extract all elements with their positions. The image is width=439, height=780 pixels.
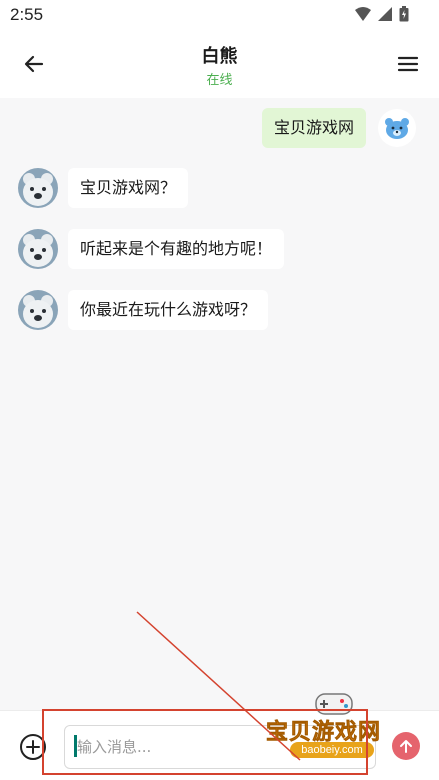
hamburger-menu-icon (397, 56, 419, 72)
send-button[interactable] (392, 732, 420, 760)
status-bar: 2:55 (0, 0, 439, 30)
input-bar (0, 710, 439, 780)
blue-bear-icon (385, 118, 410, 139)
message-bubble: 宝贝游戏网？ (68, 168, 189, 208)
bear-avatar[interactable] (18, 168, 58, 208)
status-time: 2:55 (10, 5, 44, 24)
online-status: 在线 (206, 73, 233, 88)
chat-header: 白熊 在线 (0, 30, 439, 98)
message-user: 宝贝游戏网 (262, 108, 417, 148)
polar-bear-icon (18, 229, 58, 269)
chat-messages: 宝贝游戏网 宝贝游戏网？ 听起来是个有趣的地方呢！ 你最近在玩什么游戏呀？ (0, 98, 439, 710)
message-bot: 宝贝游戏网？ (18, 168, 189, 208)
polar-bear-icon (18, 168, 58, 208)
chat-title: 白熊 (201, 46, 238, 67)
message-input[interactable] (64, 725, 376, 769)
battery-icon (399, 6, 409, 22)
polar-bear-icon (18, 290, 58, 330)
arrow-up-icon (400, 740, 412, 753)
status-icons (355, 6, 409, 22)
plus-circle-icon (20, 734, 46, 760)
message-bubble: 宝贝游戏网 (262, 108, 367, 148)
message-bubble: 听起来是个有趣的地方呢！ (68, 229, 285, 269)
bear-avatar[interactable] (18, 229, 58, 269)
menu-button[interactable] (395, 51, 421, 77)
message-bubble: 你最近在玩什么游戏呀？ (68, 290, 269, 330)
text-cursor (74, 735, 77, 757)
user-avatar[interactable] (378, 109, 417, 147)
wifi-icon (355, 7, 371, 21)
message-bot: 听起来是个有趣的地方呢！ (18, 229, 285, 269)
bear-avatar[interactable] (18, 290, 58, 330)
message-bot: 你最近在玩什么游戏呀？ (18, 290, 269, 330)
add-attachment-button[interactable] (18, 732, 48, 762)
signal-icon (378, 7, 392, 21)
